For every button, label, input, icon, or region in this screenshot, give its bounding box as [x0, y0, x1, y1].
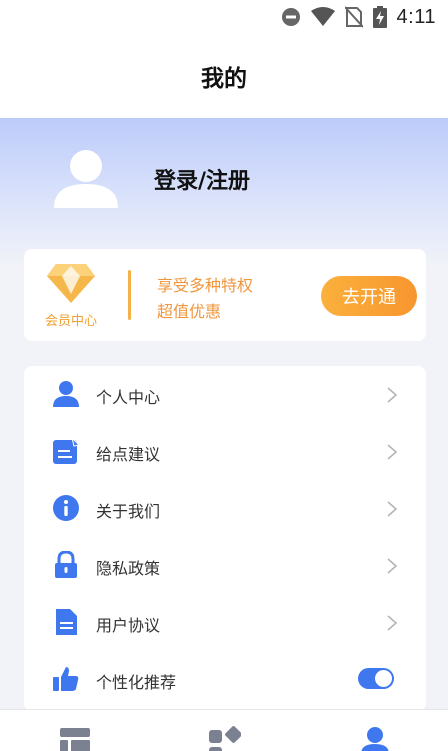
chevron-right-icon: [387, 615, 398, 631]
menu-item-label: 关于我们: [96, 502, 161, 521]
profile-icon[interactable]: [358, 726, 392, 751]
menu-item-label: 个人中心: [96, 388, 161, 407]
chevron-right-icon: [387, 501, 398, 517]
thumbs-up-icon: [53, 667, 79, 691]
menu-item-feedback[interactable]: 给点建议: [24, 423, 426, 480]
personalized-recommendation-toggle[interactable]: [358, 668, 394, 689]
status-icons: 4:11: [281, 6, 436, 28]
lock-icon: [55, 551, 77, 578]
diamond-icon[interactable]: [46, 262, 96, 304]
menu-item-label: 隐私政策: [96, 559, 161, 578]
wifi-icon: [310, 7, 335, 26]
user-avatar-icon[interactable]: [54, 146, 118, 210]
login-register-link[interactable]: 登录/注册: [154, 163, 250, 195]
list-icon[interactable]: [58, 726, 92, 751]
feedback-icon: [53, 437, 80, 464]
chevron-right-icon: [387, 558, 398, 574]
person-icon: [53, 381, 79, 407]
menu-item-personal-center[interactable]: 个人中心: [24, 366, 426, 423]
no-sim-icon: [344, 6, 363, 28]
vip-divider: [128, 270, 131, 320]
dnd-icon: [281, 8, 300, 26]
menu-item-label: 给点建议: [96, 445, 161, 464]
menu-item-about-us[interactable]: 关于我们: [24, 480, 426, 537]
toggle-knob: [375, 670, 392, 687]
chevron-right-icon: [387, 444, 398, 460]
page-title: 我的: [201, 66, 247, 92]
title-bar: 我的: [0, 34, 448, 118]
battery-charging-icon: [372, 6, 387, 28]
vip-center-label[interactable]: 会员中心: [40, 310, 102, 329]
document-icon: [56, 609, 77, 635]
vip-activate-button[interactable]: 去开通: [321, 276, 417, 316]
menu-item-label: 用户协议: [96, 616, 161, 635]
menu-item-label: 个性化推荐: [96, 673, 177, 692]
menu-item-user-agreement[interactable]: 用户协议: [24, 594, 426, 651]
bottom-nav: [0, 709, 448, 751]
vip-benefit-text: 享受多种特权: [157, 276, 254, 295]
menu-item-privacy-policy[interactable]: 隐私政策: [24, 537, 426, 594]
chevron-right-icon: [387, 387, 398, 403]
vip-value-text: 超值优惠: [157, 302, 222, 321]
status-bar: 4:11: [0, 0, 448, 34]
status-time: 4:11: [396, 5, 436, 28]
apps-icon[interactable]: [207, 726, 241, 751]
info-icon: [53, 495, 79, 521]
menu-item-personalized-recommendation: 个性化推荐: [24, 651, 426, 708]
